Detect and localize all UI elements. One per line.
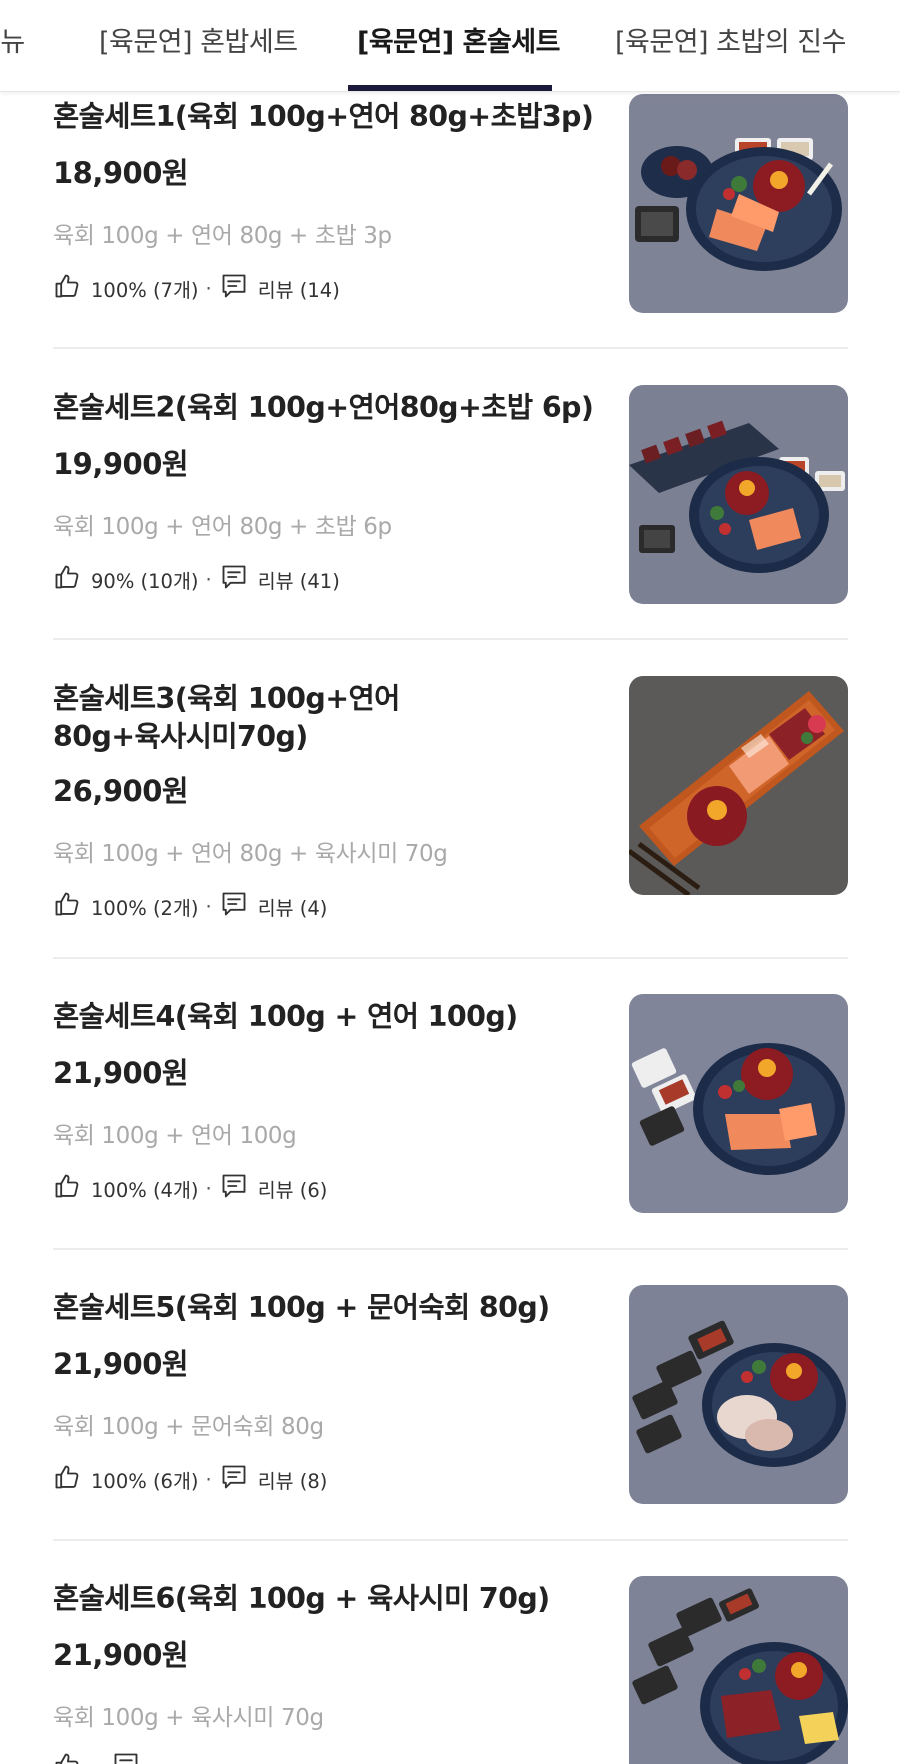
likes-count: 100% (6개) xyxy=(91,1469,199,1493)
item-description: 육회 100g + 연어 80g + 초밥 6p xyxy=(53,514,392,540)
reviews-count: 리뷰 (41) xyxy=(257,569,340,593)
tab-honbap-set[interactable]: [육문연] 혼밥세트 xyxy=(99,0,298,91)
divider xyxy=(53,638,848,640)
item-title: 혼술세트3(육회 100g+연어80g+육사시미70g) xyxy=(53,682,400,753)
item-meta: 100% (2개) · 리뷰 (4) xyxy=(53,891,327,921)
item-image[interactable] xyxy=(629,1576,848,1764)
meta-separator: · xyxy=(205,894,212,918)
yukhoe-octopus-plate-photo xyxy=(629,1285,848,1504)
item-price: 21,900원 xyxy=(53,1056,189,1090)
item-meta: 100% (4개) · 리뷰 (6) xyxy=(53,1173,327,1203)
item-image[interactable] xyxy=(629,94,848,313)
likes-count: 100% (4개) xyxy=(91,1178,199,1202)
meta-separator: · xyxy=(98,1756,104,1764)
thumbs-up-icon xyxy=(53,1751,81,1764)
item-meta: 90% (10개) · 리뷰 (41) xyxy=(53,564,340,594)
likes-count: 100% (2개) xyxy=(91,896,199,920)
chat-icon xyxy=(220,1172,248,1205)
item-price: 21,900원 xyxy=(53,1347,189,1381)
meta-separator: · xyxy=(205,1176,212,1200)
item-price: 26,900원 xyxy=(53,774,189,808)
active-tab-indicator xyxy=(348,85,552,91)
thumbs-up-icon xyxy=(53,563,81,596)
wooden-board-yukhoe-photo xyxy=(629,676,848,895)
reviews-count: 리뷰 (6) xyxy=(257,1178,328,1202)
item-meta: · xyxy=(53,1752,150,1764)
item-title: 혼술세트4(육회 100g + 연어 100g) xyxy=(53,1000,518,1033)
meta-separator: · xyxy=(205,1467,212,1491)
item-description: 육회 100g + 문어숙회 80g xyxy=(53,1414,324,1440)
item-price: 19,900원 xyxy=(53,447,189,481)
yukhoe-salmon-plate-photo xyxy=(629,994,848,1213)
likes-count: 100% (7개) xyxy=(91,278,199,302)
tab-menu[interactable]: 메뉴 xyxy=(0,0,25,91)
meta-separator: · xyxy=(205,276,212,300)
item-title: 혼술세트1(육회 100g+연어 80g+초밥3p) xyxy=(53,100,594,133)
item-description: 육회 100g + 연어 100g xyxy=(53,1123,297,1149)
item-description: 육회 100g + 연어 80g + 초밥 3p xyxy=(53,223,392,249)
thumbs-up-icon xyxy=(53,1172,81,1205)
divider xyxy=(53,1539,848,1541)
yukhoe-beef-sashimi-plate-photo xyxy=(629,1576,848,1764)
chat-icon xyxy=(112,1751,140,1764)
item-description: 육회 100g + 연어 80g + 육사시미 70g xyxy=(53,841,448,867)
divider xyxy=(53,347,848,349)
meta-separator: · xyxy=(205,567,212,591)
item-image[interactable] xyxy=(629,1285,848,1504)
tab-honsul-set[interactable]: [육문연] 혼술세트 xyxy=(357,0,560,91)
item-image[interactable] xyxy=(629,994,848,1213)
category-tab-bar: 메뉴 [육문연] 혼밥세트 [육문연] 혼술세트 [육문연] 초밥의 진수 xyxy=(0,0,900,92)
item-title: 혼술세트5(육회 100g + 문어숙회 80g) xyxy=(53,1291,550,1324)
reviews-count: 리뷰 (14) xyxy=(257,278,340,302)
item-price: 21,900원 xyxy=(53,1638,189,1672)
likes-count: 90% (10개) xyxy=(91,569,199,593)
yukhoe-salmon-sushi-platter-photo xyxy=(629,385,848,604)
chat-icon xyxy=(220,272,248,305)
item-image[interactable] xyxy=(629,385,848,604)
thumbs-up-icon xyxy=(53,272,81,305)
chat-icon xyxy=(220,563,248,596)
yukhoe-salmon-sushi-set-photo xyxy=(629,94,848,313)
item-price: 18,900원 xyxy=(53,156,189,190)
item-meta: 100% (6개) · 리뷰 (8) xyxy=(53,1464,327,1494)
item-title: 혼술세트6(육회 100g + 육사시미 70g) xyxy=(53,1582,550,1615)
item-title: 혼술세트2(육회 100g+연어80g+초밥 6p) xyxy=(53,391,594,424)
divider xyxy=(53,957,848,959)
chat-icon xyxy=(220,1463,248,1496)
item-meta: 100% (7개) · 리뷰 (14) xyxy=(53,273,340,303)
thumbs-up-icon xyxy=(53,890,81,923)
reviews-count: 리뷰 (8) xyxy=(257,1469,328,1493)
reviews-count: 리뷰 (4) xyxy=(257,896,328,920)
divider xyxy=(53,1248,848,1250)
item-description: 육회 100g + 육사시미 70g xyxy=(53,1705,324,1731)
chat-icon xyxy=(220,890,248,923)
tab-chobap-set[interactable]: [육문연] 초밥의 진수 xyxy=(615,0,846,91)
thumbs-up-icon xyxy=(53,1463,81,1496)
item-image[interactable] xyxy=(629,676,848,895)
